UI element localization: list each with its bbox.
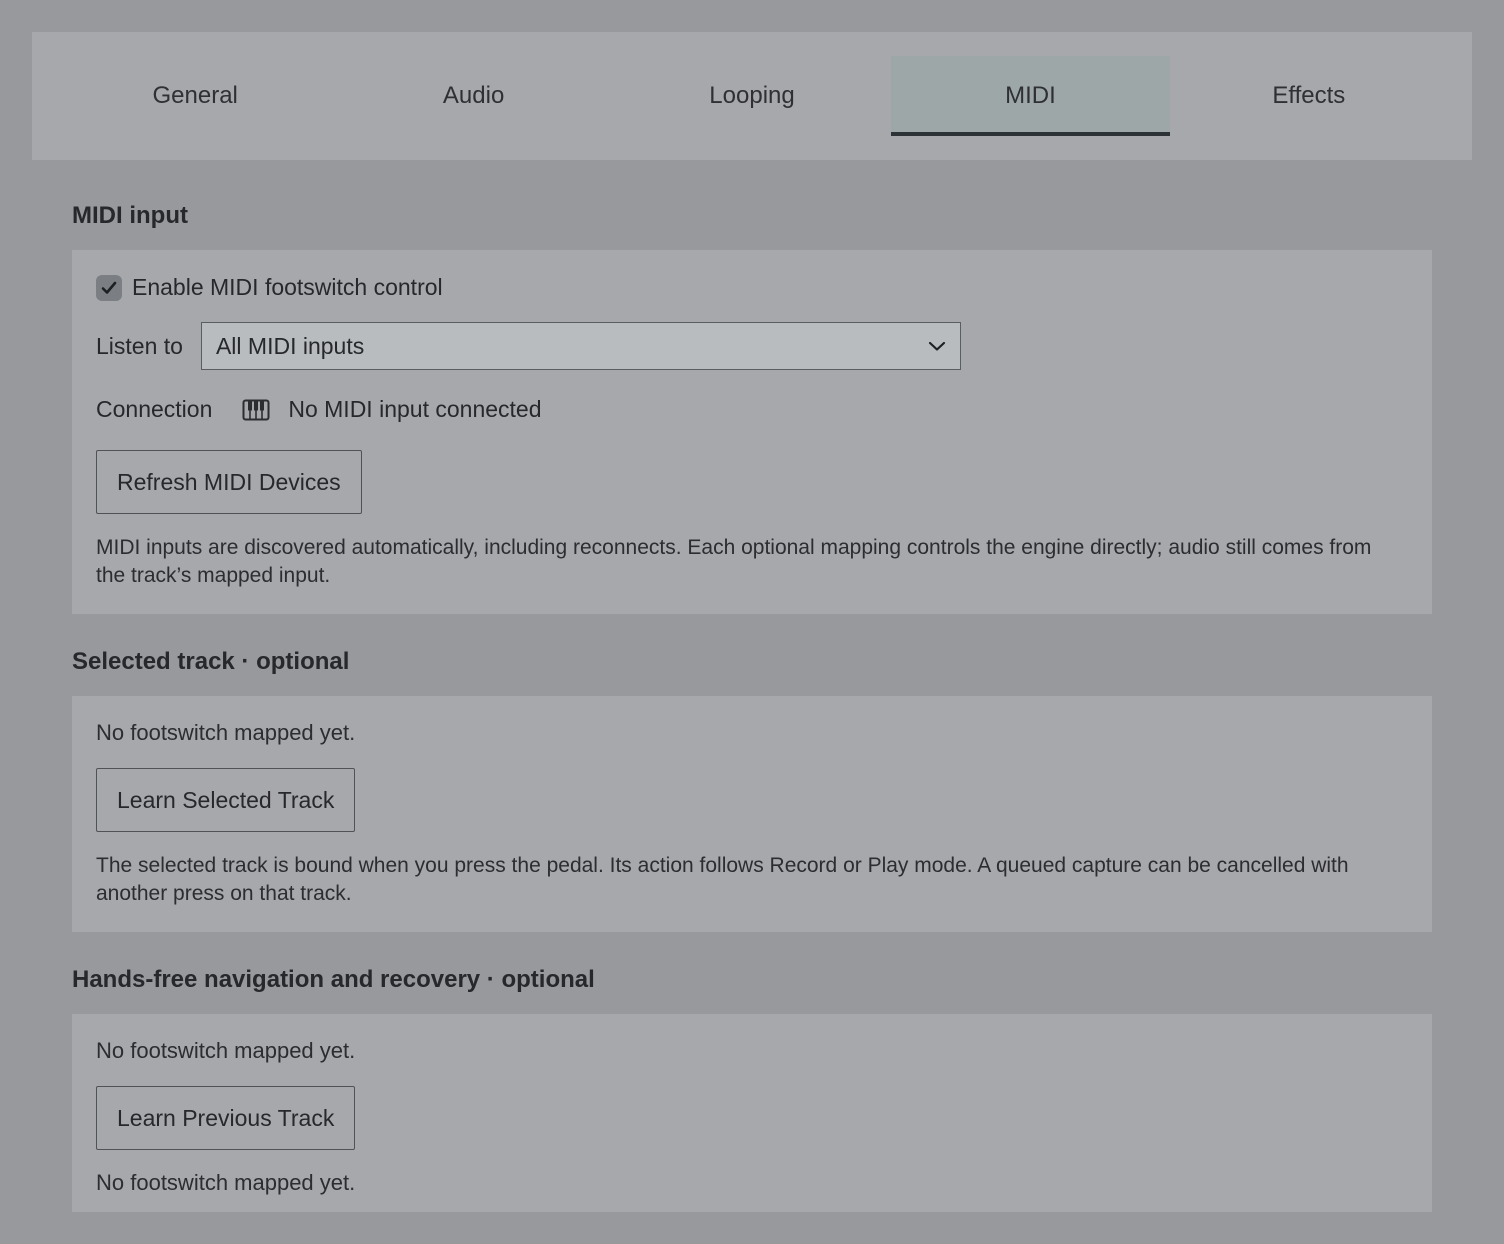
selected-track-card: No footswitch mapped yet. Learn Selected… <box>72 696 1432 932</box>
tab-label: Audio <box>442 82 505 109</box>
learn-selected-track-button[interactable]: Learn Selected Track <box>96 768 356 832</box>
selected-track-description: The selected track is bound when you pre… <box>96 854 1349 905</box>
midi-input-description: MIDI inputs are discovered automatically… <box>96 536 1372 587</box>
selected-track-status: No footswitch mapped yet. <box>96 720 356 745</box>
chevron-down-icon <box>928 341 946 351</box>
tab-label: Looping <box>709 82 795 109</box>
midi-input-heading: MIDI input <box>72 202 188 229</box>
checkmark-icon <box>101 281 117 294</box>
tab-effects[interactable]: Effects <box>1170 56 1448 160</box>
connection-status: No MIDI input connected <box>288 396 542 422</box>
tab-general[interactable]: General <box>56 56 334 160</box>
tab-label: General <box>152 82 238 109</box>
listen-to-label: Listen to <box>96 332 183 359</box>
enable-midi-label: Enable MIDI footswitch control <box>132 274 443 300</box>
learn-previous-track-button[interactable]: Learn Previous Track <box>96 1086 356 1150</box>
tab-audio[interactable]: Audio <box>334 56 612 160</box>
hands-free-heading: Hands-free navigation and recovery · opt… <box>72 966 595 993</box>
tab-label: MIDI <box>1005 82 1056 109</box>
tab-label: Effects <box>1272 82 1346 109</box>
selected-track-heading: Selected track · optional <box>72 648 350 675</box>
enable-midi-checkbox[interactable] <box>96 274 122 301</box>
hands-free-card: No footswitch mapped yet. Learn Previous… <box>72 1014 1432 1212</box>
connection-label: Connection <box>96 396 213 422</box>
piano-keys-icon <box>242 399 270 420</box>
hands-free-status-next: No footswitch mapped yet. <box>96 1170 356 1195</box>
enable-midi-row[interactable]: Enable MIDI footswitch control <box>96 274 443 301</box>
listen-to-row: Listen to All MIDI inputs <box>96 322 961 370</box>
tab-looping[interactable]: Looping <box>613 56 891 160</box>
listen-to-select[interactable]: All MIDI inputs <box>200 322 961 370</box>
listen-to-value: All MIDI inputs <box>215 332 365 359</box>
refresh-midi-devices-button[interactable]: Refresh MIDI Devices <box>96 450 362 514</box>
tab-midi[interactable]: MIDI <box>891 56 1171 136</box>
midi-input-card: Enable MIDI footswitch control Listen to… <box>72 250 1432 614</box>
tab-bar: General Audio Looping MIDI Effects <box>32 32 1472 160</box>
connection-row: Connection No MIDI input connected <box>96 396 542 423</box>
hands-free-status-previous: No footswitch mapped yet. <box>96 1038 356 1063</box>
